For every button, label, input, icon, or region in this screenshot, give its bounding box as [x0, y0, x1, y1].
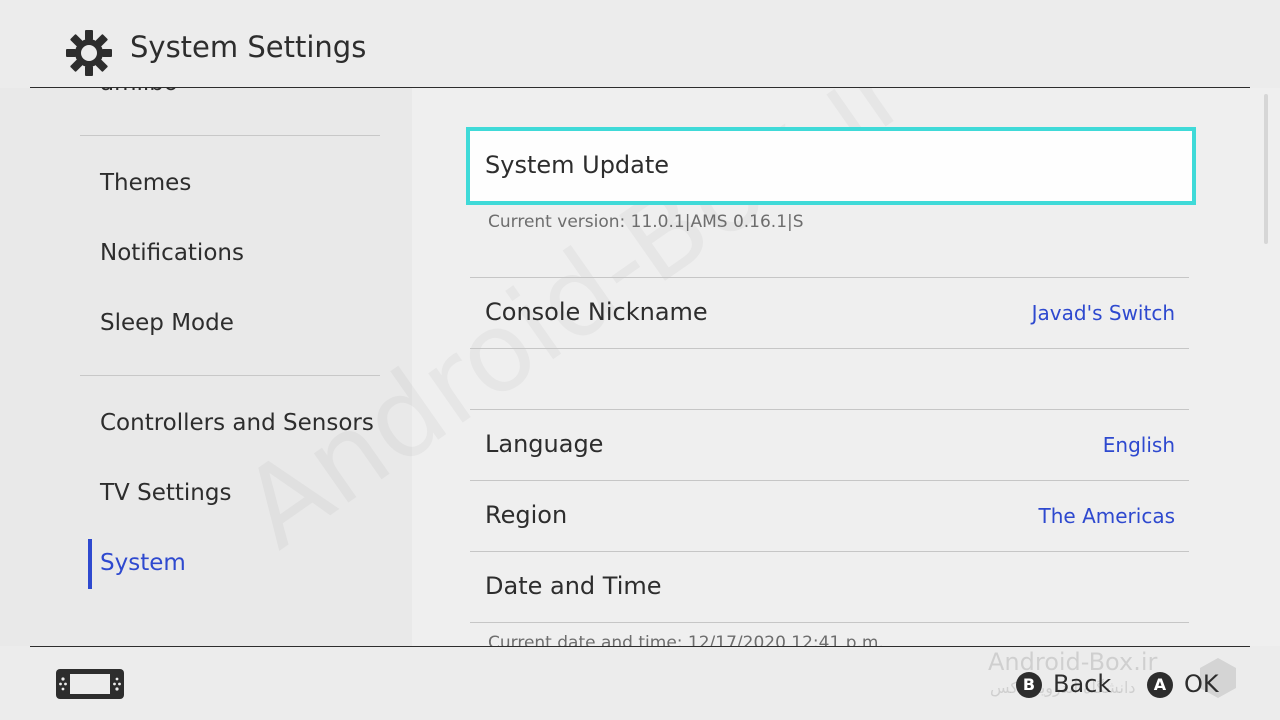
console-nickname-value: Javad's Switch — [1031, 301, 1175, 325]
page-title: System Settings — [130, 30, 367, 64]
row-divider — [470, 622, 1189, 623]
sidebar-divider — [80, 375, 380, 376]
sidebar-item-notifications[interactable]: Notifications — [100, 240, 244, 266]
a-button-icon: A — [1147, 672, 1173, 698]
region-value: The Americas — [1038, 504, 1175, 528]
content-area: amiibo Themes Notifications Sleep Mode C… — [0, 88, 1280, 646]
current-version-text: Current version: 11.0.1|AMS 0.16.1|S — [488, 212, 804, 232]
handheld-console-icon — [56, 669, 124, 699]
sidebar-item-themes[interactable]: Themes — [100, 170, 191, 196]
scrollbar[interactable] — [1264, 94, 1268, 244]
back-label: Back — [1053, 670, 1112, 698]
active-indicator — [88, 539, 92, 589]
sidebar-item-sleep-mode[interactable]: Sleep Mode — [100, 310, 234, 336]
console-nickname-label: Console Nickname — [485, 298, 708, 326]
b-button-icon: B — [1016, 672, 1042, 698]
sidebar: amiibo Themes Notifications Sleep Mode C… — [0, 88, 412, 646]
system-update-label: System Update — [485, 151, 670, 179]
sidebar-item-system[interactable]: System — [100, 550, 186, 576]
footer-divider — [30, 646, 1250, 647]
language-value: English — [1102, 433, 1175, 457]
row-divider — [470, 348, 1189, 349]
date-and-time-label: Date and Time — [485, 572, 662, 600]
region-label: Region — [485, 501, 568, 529]
system-update-button[interactable]: System Update — [466, 127, 1196, 205]
sidebar-divider — [80, 135, 380, 136]
current-date-time-text: Current date and time: 12/17/2020 12:41 … — [488, 633, 884, 646]
header: System Settings — [0, 0, 1280, 88]
sidebar-item-tv-settings[interactable]: TV Settings — [100, 480, 231, 506]
sidebar-item-amiibo[interactable]: amiibo — [100, 88, 178, 96]
gear-icon — [66, 30, 112, 76]
sidebar-item-controllers-and-sensors[interactable]: Controllers and Sensors — [100, 410, 374, 436]
ok-label: OK — [1184, 670, 1219, 698]
language-label: Language — [485, 430, 604, 458]
